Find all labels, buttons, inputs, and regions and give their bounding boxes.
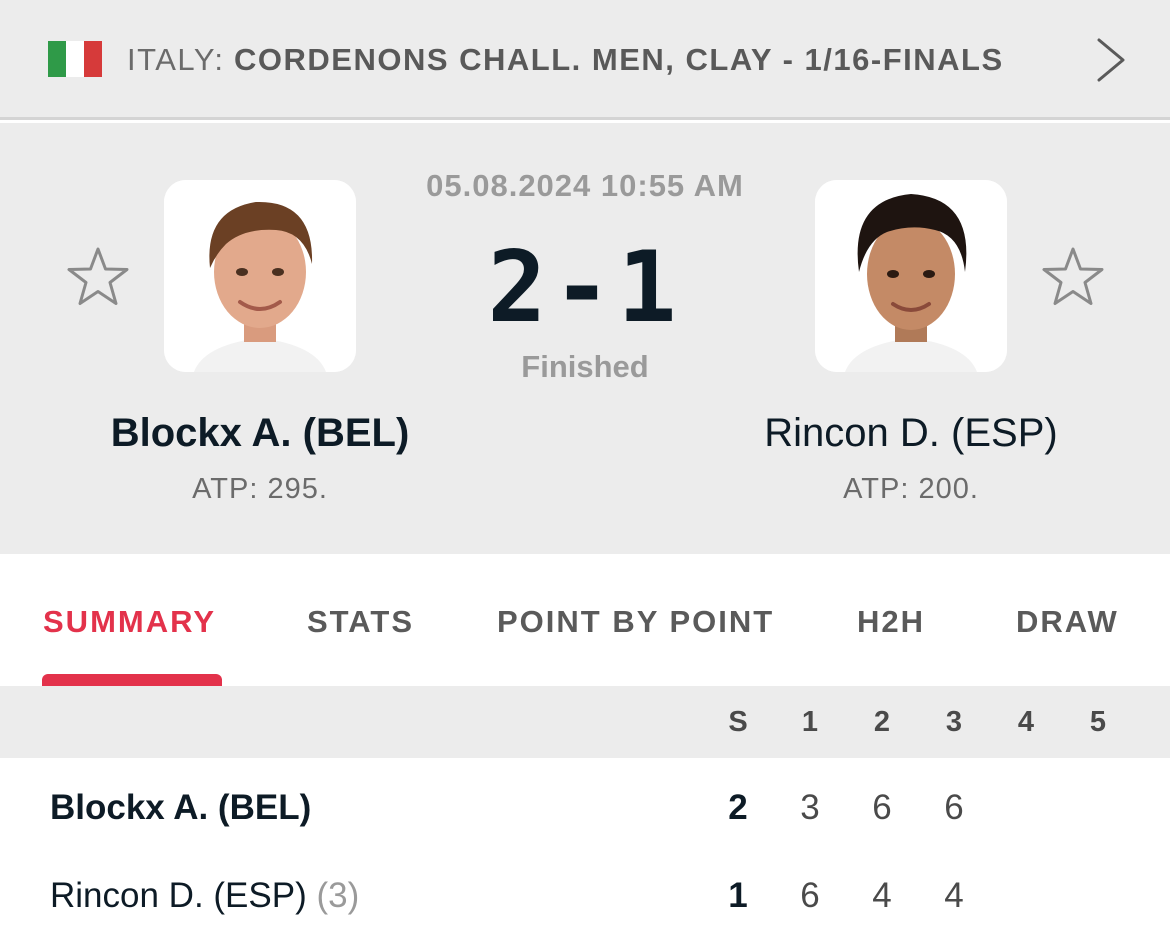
- chevron-right-icon[interactable]: [1094, 36, 1128, 84]
- header-sets: S: [728, 706, 748, 738]
- table-row: Rincon D. (ESP) (3) 1 6 4 4: [0, 848, 1170, 936]
- match-status: Finished: [521, 349, 649, 384]
- tab-summary[interactable]: SUMMARY: [43, 604, 216, 640]
- row-sets-total: 1: [728, 876, 748, 915]
- tab-point-by-point[interactable]: POINT BY POINT: [497, 604, 774, 640]
- header-set-1: 1: [801, 706, 819, 738]
- header-set-5: 5: [1089, 706, 1107, 738]
- row-set-3: 4: [944, 876, 964, 915]
- match-datetime: 05.08.2024 10:55 AM: [426, 168, 744, 203]
- home-player-rank: ATP: 295.: [192, 473, 328, 505]
- match-tabs: SUMMARY STATS POINT BY POINT H2H DRAW: [0, 554, 1170, 686]
- row-sets-total: 2: [728, 788, 748, 827]
- favorite-star-icon-home[interactable]: [65, 245, 131, 311]
- active-tab-indicator: [42, 674, 222, 686]
- header-set-3: 3: [945, 706, 963, 738]
- favorite-star-icon-away[interactable]: [1040, 245, 1106, 311]
- table-row: Blockx A. (BEL) 2 3 6 6: [0, 760, 1170, 848]
- player-photo-home[interactable]: [164, 180, 356, 372]
- away-player-name[interactable]: Rincon D. (ESP): [701, 411, 1121, 456]
- tab-h2h[interactable]: H2H: [857, 604, 925, 640]
- tournament-header[interactable]: ITALY: CORDENONS CHALL. MEN, CLAY - 1/16…: [0, 0, 1170, 120]
- header-set-4: 4: [1017, 706, 1035, 738]
- home-player-name[interactable]: Blockx A. (BEL): [50, 411, 470, 456]
- row-set-1: 6: [800, 876, 820, 915]
- italy-flag-icon: [48, 41, 102, 77]
- row-set-1: 3: [800, 788, 820, 827]
- row-set-2: 6: [872, 788, 892, 827]
- row-set-2: 4: [872, 876, 892, 915]
- player-photo-away[interactable]: [815, 180, 1007, 372]
- away-player-rank: ATP: 200.: [843, 473, 979, 505]
- tournament-country: ITALY:: [127, 42, 225, 77]
- sets-header: S 1 2 3 4 5: [0, 686, 1170, 758]
- row-player-seed: (3): [316, 876, 360, 915]
- tournament-name: CORDENONS CHALL. MEN, CLAY - 1/16-FINALS: [234, 42, 1004, 77]
- tab-stats[interactable]: STATS: [307, 604, 414, 640]
- row-set-3: 6: [944, 788, 964, 827]
- tab-draw[interactable]: DRAW: [1016, 604, 1119, 640]
- match-score: 2-1: [487, 231, 683, 345]
- header-set-2: 2: [873, 706, 891, 738]
- row-player-name-text: Rincon D. (ESP): [50, 876, 307, 915]
- row-player-name: Blockx A. (BEL): [50, 788, 312, 827]
- match-overview: 05.08.2024 10:55 AM 2-1 Finished Blockx …: [0, 123, 1170, 554]
- row-player-name: Rincon D. (ESP) (3): [50, 876, 359, 916]
